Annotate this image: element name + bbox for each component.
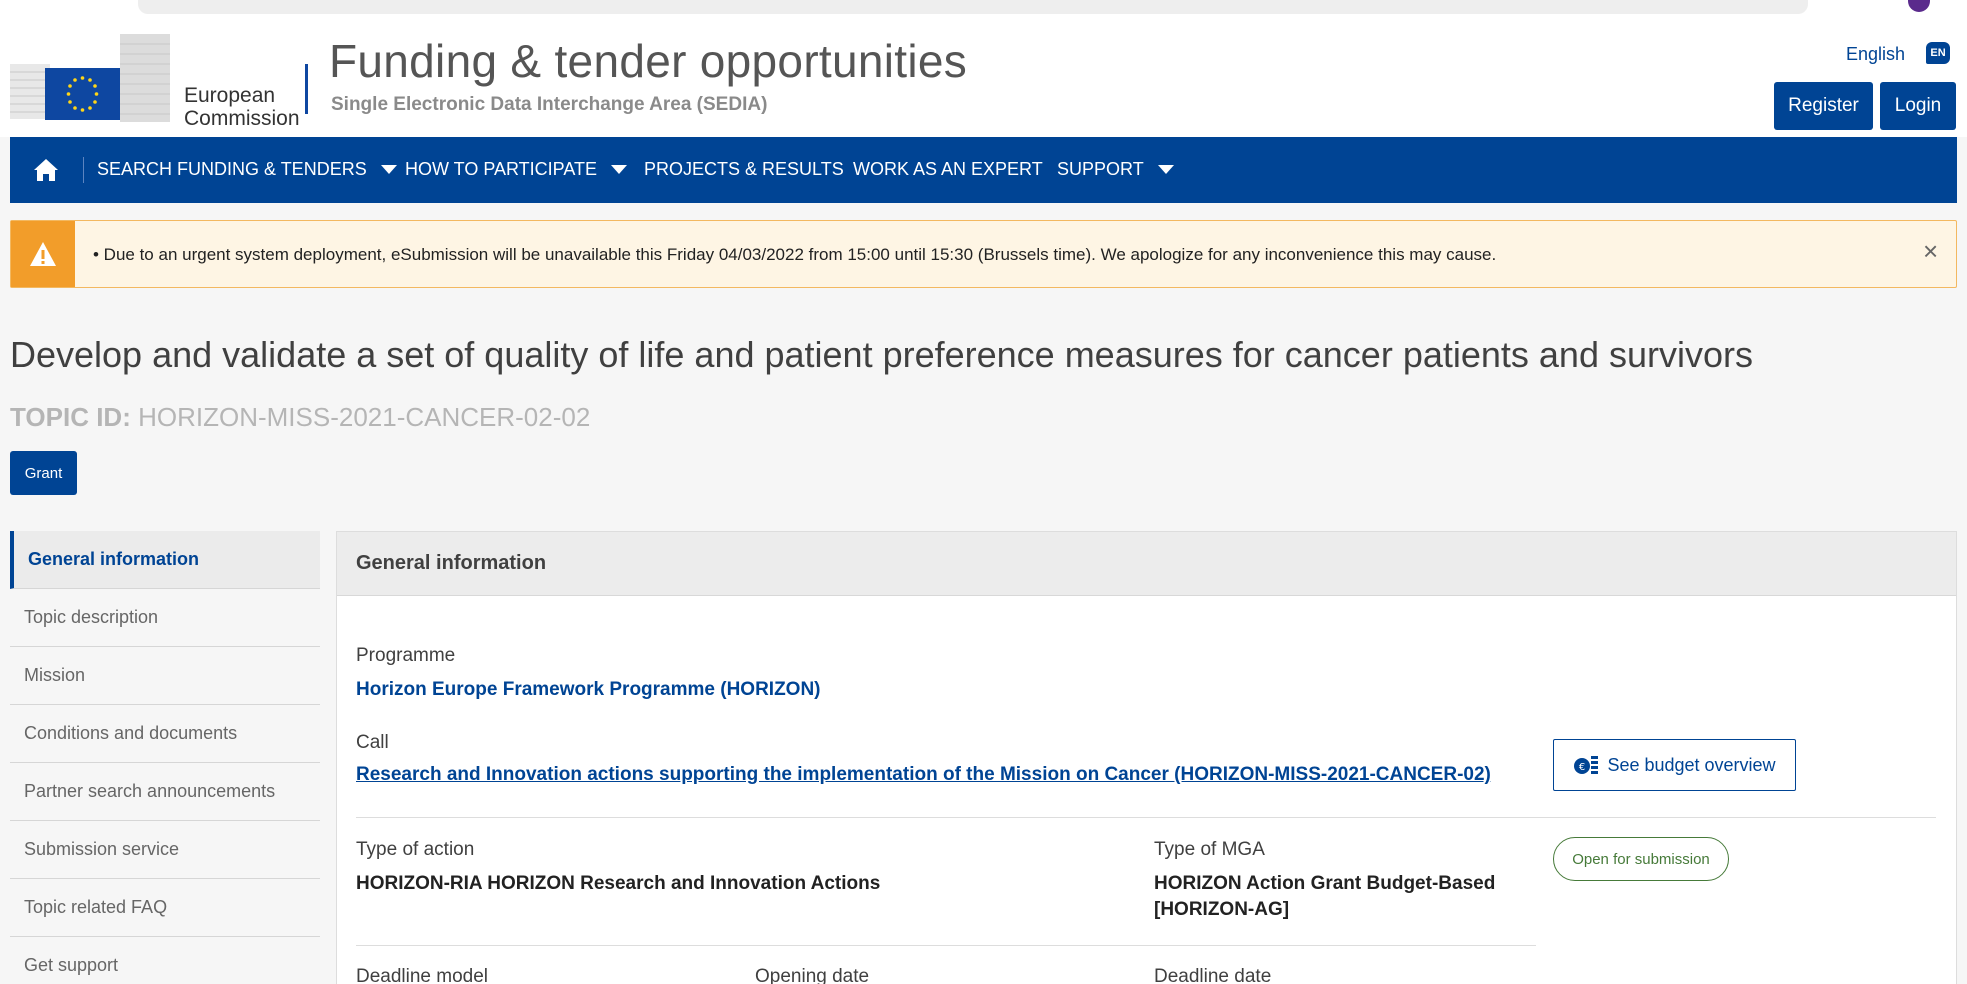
status-badge: Open for submission xyxy=(1553,837,1729,881)
system-alert-banner: • Due to an urgent system deployment, eS… xyxy=(10,220,1957,288)
nav-item-label: SUPPORT xyxy=(1057,159,1144,179)
register-button[interactable]: Register xyxy=(1774,82,1873,130)
alert-icon-box xyxy=(11,221,75,287)
programme-label: Programme xyxy=(356,645,456,666)
main-navigation: SEARCH FUNDING & TENDERS HOW TO PARTICIP… xyxy=(10,137,1957,203)
divider xyxy=(356,945,1536,946)
nav-search-funding-tenders[interactable]: SEARCH FUNDING & TENDERS xyxy=(97,159,397,180)
language-code-icon[interactable]: EN xyxy=(1926,42,1950,64)
sidebar-item-topic-faq[interactable]: Topic related FAQ xyxy=(10,879,320,937)
call-link[interactable]: Research and Innovation actions supporti… xyxy=(356,764,1491,786)
topic-title: Develop and validate a set of quality of… xyxy=(10,334,1753,375)
sidebar-item-conditions-documents[interactable]: Conditions and documents xyxy=(10,705,320,763)
type-of-mga-label: Type of MGA xyxy=(1154,839,1265,860)
nav-support[interactable]: SUPPORT xyxy=(1057,159,1174,180)
nav-item-label: WORK AS AN EXPERT xyxy=(853,159,1043,179)
opening-date-label: Opening date xyxy=(755,966,870,984)
sidebar-item-mission[interactable]: Mission xyxy=(10,647,320,705)
nav-separator xyxy=(83,157,84,183)
browser-top-strip xyxy=(0,0,1967,20)
european-commission-logo[interactable]: European Commission xyxy=(10,34,320,130)
language-selector[interactable]: English xyxy=(1846,44,1905,65)
general-information-panel: General information Programme Horizon Eu… xyxy=(336,531,1957,984)
address-bar-edge xyxy=(138,0,1808,14)
type-of-mga-value-line-2: [HORIZON-AG] xyxy=(1154,899,1290,920)
sidebar-item-general-information[interactable]: General information xyxy=(10,531,320,589)
logo-line-1: European xyxy=(184,84,276,107)
site-title[interactable]: Funding & tender opportunities xyxy=(329,34,967,88)
topic-id-label: TOPIC ID: xyxy=(10,402,131,432)
divider xyxy=(356,817,1936,818)
profile-avatar[interactable] xyxy=(1908,0,1930,12)
home-icon[interactable] xyxy=(32,156,60,184)
logo-text: European Commission xyxy=(184,84,300,130)
close-icon[interactable]: × xyxy=(1923,238,1938,264)
see-budget-overview-button[interactable]: € See budget overview xyxy=(1553,739,1796,791)
warning-icon xyxy=(30,242,56,266)
panel-heading: General information xyxy=(337,532,1956,596)
budget-button-label: See budget overview xyxy=(1607,754,1776,775)
grant-badge: Grant xyxy=(10,451,77,495)
alert-message: • Due to an urgent system deployment, eS… xyxy=(93,245,1497,264)
logo-line-2: Commission xyxy=(184,107,300,130)
budget-coins-icon: € xyxy=(1574,756,1599,774)
sidebar-item-topic-description[interactable]: Topic description xyxy=(10,589,320,647)
call-label: Call xyxy=(356,732,389,753)
caret-down-icon xyxy=(1157,165,1174,174)
svg-text:€: € xyxy=(1579,762,1585,773)
logo-separator xyxy=(305,64,308,114)
caret-down-icon xyxy=(380,165,397,174)
nav-work-as-expert[interactable]: WORK AS AN EXPERT xyxy=(853,159,1043,180)
type-of-action-value: HORIZON-RIA HORIZON Research and Innovat… xyxy=(356,873,881,894)
nav-item-label: HOW TO PARTICIPATE xyxy=(405,159,598,179)
sidebar-item-partner-search[interactable]: Partner search announcements xyxy=(10,763,320,821)
nav-item-label: PROJECTS & RESULTS xyxy=(644,159,844,179)
nav-item-label: SEARCH FUNDING & TENDERS xyxy=(97,159,367,179)
caret-down-icon xyxy=(611,165,628,174)
nav-how-to-participate[interactable]: HOW TO PARTICIPATE xyxy=(405,159,628,180)
programme-value: Horizon Europe Framework Programme (HORI… xyxy=(356,679,821,700)
site-subtitle: Single Electronic Data Interchange Area … xyxy=(331,94,768,115)
sidebar-item-get-support[interactable]: Get support xyxy=(10,937,320,984)
site-header: European Commission Funding & tender opp… xyxy=(0,20,1967,137)
nav-projects-results[interactable]: PROJECTS & RESULTS xyxy=(644,159,844,180)
type-of-mga-value-line-1: HORIZON Action Grant Budget-Based xyxy=(1154,873,1496,894)
topic-id: TOPIC ID: HORIZON-MISS-2021-CANCER-02-02 xyxy=(10,402,590,433)
commission-logo-icon xyxy=(10,34,170,122)
topic-side-navigation: General information Topic description Mi… xyxy=(10,531,320,984)
deadline-model-label: Deadline model xyxy=(356,966,489,984)
type-of-action-label: Type of action xyxy=(356,839,475,860)
sidebar-item-submission-service[interactable]: Submission service xyxy=(10,821,320,879)
topic-id-value: HORIZON-MISS-2021-CANCER-02-02 xyxy=(138,402,591,432)
login-button[interactable]: Login xyxy=(1880,82,1956,130)
deadline-date-label: Deadline date xyxy=(1154,966,1272,984)
